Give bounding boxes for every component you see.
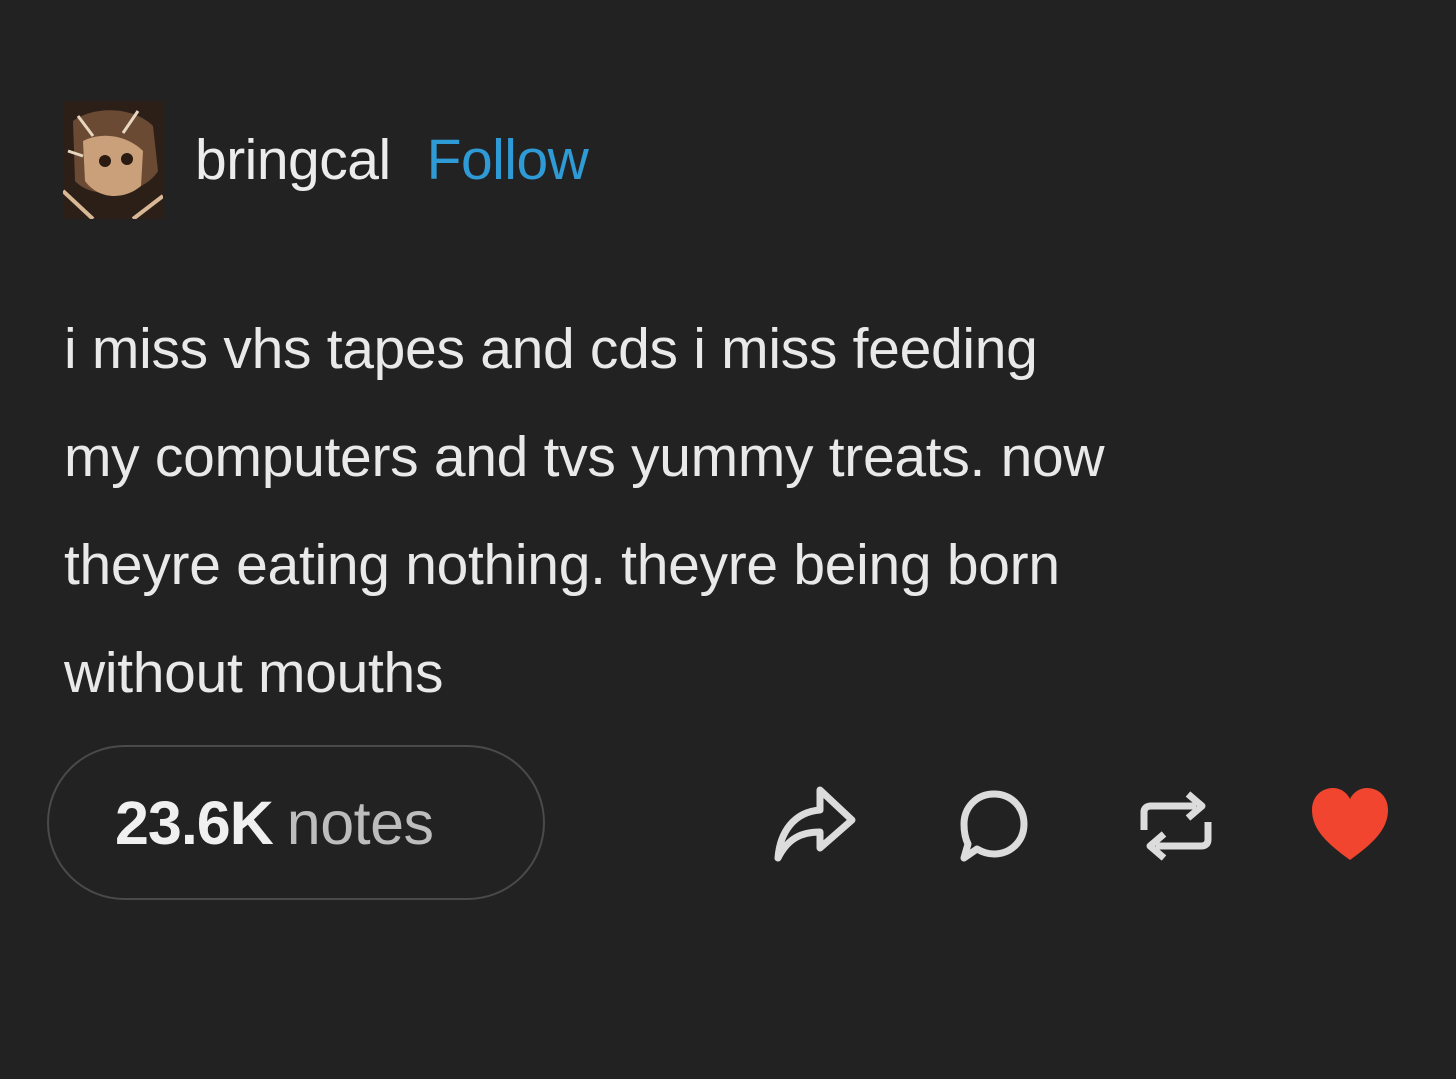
heart-icon bbox=[1312, 788, 1388, 860]
post-body: i miss vhs tapes and cds i miss feeding … bbox=[64, 317, 1105, 705]
follow-button[interactable]: Follow bbox=[427, 131, 589, 189]
reply-button[interactable] bbox=[958, 788, 1030, 864]
notes-label: notes bbox=[286, 788, 434, 857]
notes-count: 23.6K bbox=[115, 788, 274, 857]
avatar[interactable] bbox=[63, 101, 163, 219]
post-card: bringcal Follow i miss vhs tapes and cds… bbox=[0, 0, 1456, 1079]
reblog-icon bbox=[1140, 791, 1212, 861]
share-button[interactable] bbox=[772, 782, 858, 866]
post-header: bringcal Follow bbox=[63, 100, 589, 220]
reply-icon bbox=[960, 790, 1028, 862]
share-icon bbox=[774, 786, 856, 862]
reblog-button[interactable] bbox=[1138, 786, 1214, 866]
notes-button[interactable]: 23.6K notes bbox=[47, 745, 545, 900]
like-button[interactable] bbox=[1308, 784, 1392, 864]
username[interactable]: bringcal bbox=[195, 131, 391, 189]
